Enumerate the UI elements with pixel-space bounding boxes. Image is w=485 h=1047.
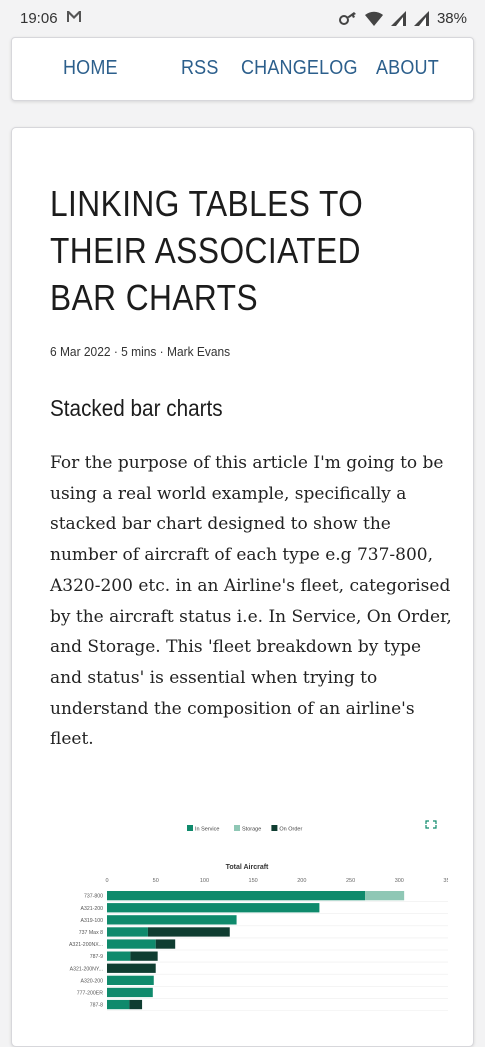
legend-label[interactable]: In Service <box>195 827 219 833</box>
x-tick-label: 0 <box>105 878 108 884</box>
y-category-label: 737 Max 8 <box>79 930 103 936</box>
bar-segment[interactable] <box>107 987 153 998</box>
y-category-label: 777-200ER <box>77 990 103 996</box>
y-category-label: A320-200 <box>81 978 104 984</box>
chart-legend: In Service Storage On Order <box>187 825 302 833</box>
bar-segment[interactable] <box>107 939 156 949</box>
y-category-label: 787-9 <box>90 954 103 960</box>
status-right: 38% <box>338 9 467 27</box>
y-category-label: 737-800 <box>84 894 103 900</box>
nav-about-link[interactable]: ABOUT <box>376 57 439 80</box>
bar-segment[interactable] <box>129 999 143 1010</box>
bar-segment[interactable] <box>107 927 148 937</box>
legend-label[interactable]: Storage <box>242 827 261 833</box>
legend-swatch <box>234 825 240 831</box>
y-category-label: A321-200 <box>81 906 104 912</box>
wifi-icon <box>364 11 383 26</box>
legend-swatch <box>271 825 278 831</box>
bar-segment[interactable] <box>107 975 154 985</box>
bar-segment[interactable] <box>107 963 156 973</box>
y-category-label: A319-100 <box>81 918 104 924</box>
status-left: 19:06 <box>20 10 82 27</box>
status-time: 19:06 <box>20 9 58 27</box>
x-axis: 0 50 100 150 200 250 300 350 <box>105 878 448 884</box>
bar-segment[interactable] <box>147 927 230 937</box>
bar-segment[interactable] <box>130 951 158 961</box>
x-tick-label: 300 <box>395 878 404 884</box>
y-axis: 737-800 A321-200 A319-100 737 Max 8 A321-200… <box>69 894 103 1009</box>
bar-segment[interactable] <box>155 939 176 949</box>
chart-bars <box>107 891 448 1011</box>
bar-segment[interactable] <box>107 951 131 961</box>
y-category-label: A321-200NY... <box>70 966 103 972</box>
x-tick-label: 350 <box>443 878 448 884</box>
status-bar: 19:06 38% <box>0 0 485 36</box>
key-icon <box>338 11 357 25</box>
bar-segment[interactable] <box>365 891 405 901</box>
nav-changelog-link[interactable]: CHANGELOG <box>241 57 358 80</box>
chart-title: Total Aircraft <box>226 864 269 871</box>
article-title: LINKING TABLES TO THEIR ASSOCIATED BAR C… <box>50 183 364 318</box>
bar-segment[interactable] <box>107 915 237 925</box>
expand-icon[interactable] <box>425 820 437 829</box>
x-tick-label: 250 <box>346 878 355 884</box>
top-nav: HOME RSS CHANGELOG ABOUT <box>11 37 474 101</box>
y-category-label: 787-8 <box>90 1003 103 1009</box>
bar-segment[interactable] <box>107 903 320 913</box>
legend-label[interactable]: On Order <box>279 827 302 833</box>
stacked-bar-chart[interactable]: In Service Storage On Order Total Aircraft… <box>48 814 448 1024</box>
article-paragraph: For the purpose of this article I'm goin… <box>50 453 452 750</box>
signal-icon <box>413 10 429 26</box>
article-meta: 6 Mar 2022 · 5 mins · Mark Evans <box>50 344 231 359</box>
x-tick-label: 200 <box>297 878 306 884</box>
section-heading: Stacked bar charts <box>50 395 223 421</box>
signal-icon <box>390 10 406 26</box>
gmail-icon <box>66 10 82 27</box>
y-category-label: A321-200NX... <box>69 942 103 948</box>
x-tick-label: 100 <box>200 878 209 884</box>
x-tick-label: 50 <box>153 878 159 884</box>
nav-home-link[interactable]: HOME <box>63 57 118 80</box>
bar-segment[interactable] <box>107 891 366 901</box>
x-tick-label: 150 <box>249 878 258 884</box>
legend-swatch <box>187 825 193 831</box>
article-card: LINKING TABLES TO THEIR ASSOCIATED BAR C… <box>11 127 474 1047</box>
nav-rss-link[interactable]: RSS <box>181 57 219 80</box>
bar-segment[interactable] <box>107 999 130 1010</box>
battery-percent: 38% <box>436 9 467 27</box>
